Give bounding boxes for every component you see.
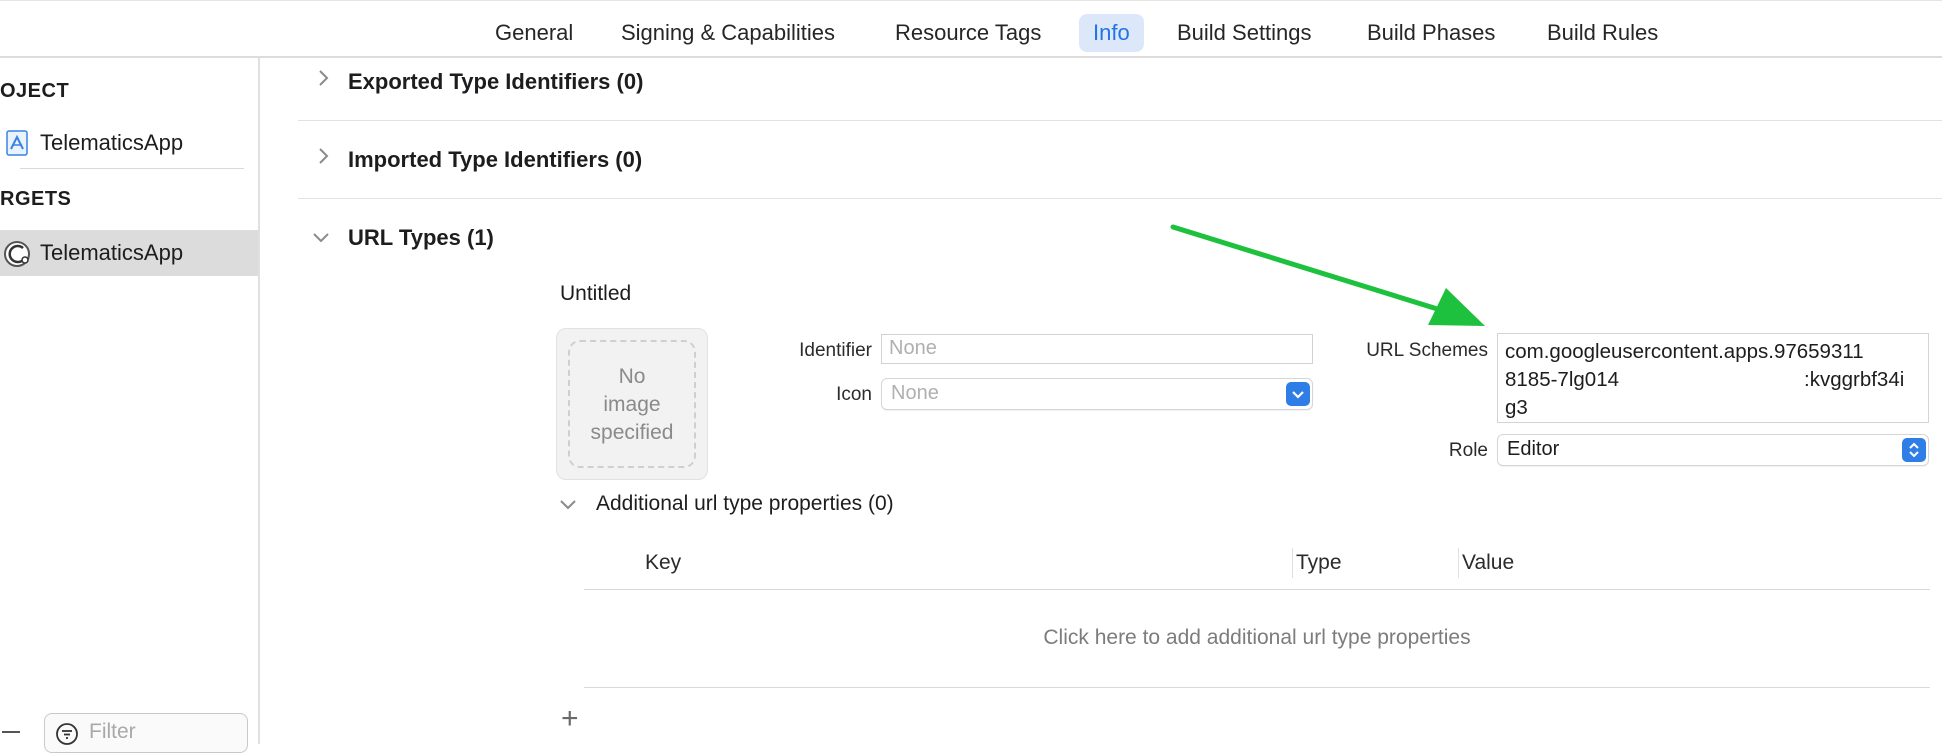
sidebar-item-label: TelematicsApp: [40, 240, 184, 265]
icon-label: Icon: [836, 384, 872, 405]
section-title: Imported Type Identifiers (0): [348, 147, 643, 172]
identifier-field[interactable]: None: [881, 334, 1313, 364]
properties-table-header: Key Type Value: [584, 536, 1930, 590]
additional-properties-title[interactable]: Additional url type properties (0): [596, 492, 894, 516]
column-header-key[interactable]: Key: [645, 551, 681, 575]
project-section-header: OJECT: [0, 80, 70, 102]
section-title: Exported Type Identifiers (0): [348, 69, 644, 94]
sidebar-item-project[interactable]: TelematicsApp: [0, 120, 258, 166]
section-imported-type-identifiers[interactable]: Imported Type Identifiers (0): [298, 121, 1942, 199]
chevron-right-icon[interactable]: [312, 145, 334, 167]
chevron-down-icon: [1292, 391, 1304, 399]
sidebar-item-label: TelematicsApp: [40, 130, 184, 155]
image-placeholder-frame: No image specified: [568, 340, 696, 468]
properties-table-empty[interactable]: Click here to add additional url type pr…: [584, 590, 1930, 688]
sidebar-item-target[interactable]: TelematicsApp: [0, 230, 258, 276]
url-scheme-line-3: g3: [1505, 396, 1528, 419]
role-popup[interactable]: Editor: [1497, 434, 1929, 466]
column-header-value[interactable]: Value: [1462, 551, 1514, 575]
url-scheme-line-1: com.googleusercontent.apps.97659311: [1505, 340, 1864, 363]
url-type-image-well[interactable]: No image specified: [556, 328, 708, 480]
sidebar-divider: [20, 168, 244, 169]
popup-stepper-button: [1902, 438, 1926, 462]
section-url-types[interactable]: URL Types (1): [298, 199, 1942, 259]
column-header-type[interactable]: Type: [1296, 551, 1342, 575]
column-divider: [1292, 548, 1293, 578]
url-scheme-line-2: 8185-7lg014 :kvggrbf34i: [1505, 366, 1921, 394]
project-target-sidebar: OJECT TelematicsApp RGETS TelematicsApp …: [0, 58, 260, 753]
app-target-icon: [4, 241, 30, 267]
role-popup-value: Editor: [1507, 438, 1560, 460]
url-type-name: Untitled: [560, 282, 632, 305]
url-schemes-field[interactable]: com.googleusercontent.apps.97659311 8185…: [1497, 333, 1929, 423]
targets-section-header: RGETS: [0, 188, 72, 210]
column-divider: [1458, 548, 1459, 578]
xcode-project-icon: [6, 130, 28, 156]
empty-table-message: Click here to add additional url type pr…: [1043, 626, 1471, 649]
chevron-down-icon[interactable]: [310, 227, 332, 249]
up-down-chevron-icon: [1909, 442, 1919, 458]
remove-icon[interactable]: [2, 730, 20, 734]
filter-placeholder: Filter: [89, 720, 136, 743]
filter-field[interactable]: Filter: [44, 713, 248, 753]
url-schemes-label: URL Schemes: [1366, 340, 1488, 361]
section-title: URL Types (1): [348, 225, 494, 250]
identifier-label: Identifier: [799, 340, 872, 361]
url-scheme-segment-b: :kvggrbf34i: [1804, 368, 1905, 391]
chevron-down-icon[interactable]: [557, 494, 579, 516]
add-property-button[interactable]: +: [561, 704, 579, 734]
annotation-arrow-icon: [1170, 224, 1485, 326]
chevron-right-icon[interactable]: [312, 67, 334, 89]
role-label: Role: [1448, 440, 1488, 461]
popup-arrow-button: [1286, 382, 1310, 406]
section-exported-type-identifiers[interactable]: Exported Type Identifiers (0): [298, 43, 1942, 121]
filter-icon: [56, 723, 78, 745]
icon-popup[interactable]: None: [881, 378, 1313, 410]
url-scheme-segment-a: 8185-7lg014: [1505, 368, 1619, 391]
icon-popup-value: None: [891, 382, 939, 404]
image-placeholder-text: No image specified: [590, 365, 674, 444]
